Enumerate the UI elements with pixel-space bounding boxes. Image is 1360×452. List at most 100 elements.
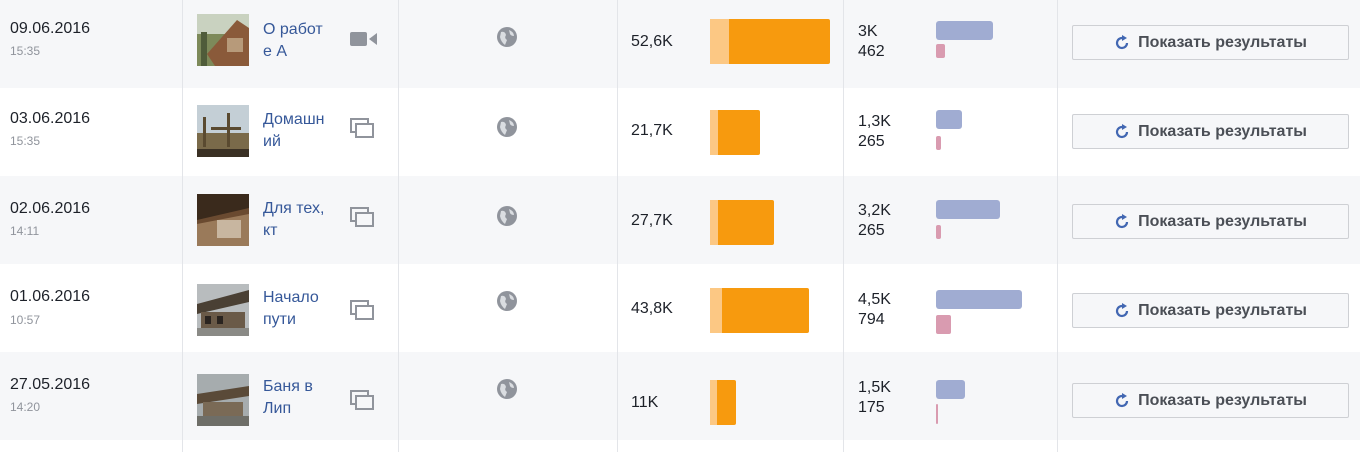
- reach-value: 43,8K: [631, 300, 673, 317]
- show-results-label: Показать результаты: [1138, 301, 1307, 319]
- post-date: 02.06.2016: [10, 200, 91, 217]
- engagement-bar-primary: [936, 21, 993, 40]
- engagement-bar-primary: [936, 200, 1000, 219]
- post-title-link[interactable]: О работе А: [263, 19, 325, 63]
- globe-icon: [496, 378, 518, 400]
- engagement-bar-secondary: [936, 225, 941, 239]
- video-icon: [350, 29, 378, 49]
- post-date: 01.06.2016: [10, 288, 91, 305]
- column-divider: [843, 0, 844, 452]
- globe-icon: [496, 116, 518, 138]
- globe-icon: [496, 26, 518, 48]
- reach-bar: [710, 110, 760, 155]
- globe-icon: [496, 290, 518, 312]
- engagement-bottom-value: 265: [858, 133, 885, 150]
- engagement-bar-secondary: [936, 136, 941, 150]
- engagement-top-value: 1,3K: [858, 113, 891, 130]
- post-thumbnail[interactable]: [197, 284, 249, 336]
- reach-bar-organic: [710, 200, 719, 245]
- table-row: 27.05.2016 14:20 Баня в Лип 11K 1,5K 175…: [0, 352, 1360, 440]
- reach-value: 27,7K: [631, 212, 673, 229]
- post-time: 15:35: [10, 134, 41, 148]
- reach-value: 11K: [631, 394, 659, 411]
- post-thumbnail[interactable]: [197, 14, 249, 66]
- column-divider: [398, 0, 399, 452]
- engagement-values: 1,3K 265: [858, 112, 891, 152]
- engagement-bar-primary: [936, 380, 965, 399]
- reach-bar-paid: [716, 380, 736, 425]
- post-date: 03.06.2016: [10, 110, 91, 127]
- engagement-bar-primary: [936, 290, 1022, 309]
- reach-bar: [710, 288, 809, 333]
- reach-bar-paid: [718, 110, 760, 155]
- reach-bar-paid: [729, 19, 830, 64]
- post-thumbnail[interactable]: [197, 105, 249, 157]
- posts-table: 09.06.2016 15:35 О работе А 52,6K 3K 462…: [0, 0, 1360, 452]
- engagement-bar-secondary: [936, 315, 951, 334]
- reach-value: 21,7K: [631, 122, 673, 139]
- show-results-button[interactable]: Показать результаты: [1072, 204, 1349, 239]
- reach-bar-paid: [718, 200, 774, 245]
- carousel-icon: [350, 118, 378, 138]
- table-row: 03.06.2016 15:35 Домашний 21,7K 1,3K 265…: [0, 88, 1360, 176]
- post-title-link[interactable]: Баня в Лип: [263, 376, 325, 420]
- reach-value: 52,6K: [631, 33, 673, 50]
- engagement-bar-secondary: [936, 44, 945, 58]
- carousel-icon: [350, 207, 378, 227]
- refresh-icon: [1116, 302, 1129, 317]
- reach-bar: [710, 19, 830, 64]
- engagement-values: 4,5K 794: [858, 290, 891, 330]
- refresh-icon: [1116, 392, 1129, 407]
- engagement-top-value: 4,5K: [858, 291, 891, 308]
- engagement-values: 1,5K 175: [858, 378, 891, 418]
- column-divider: [1057, 0, 1058, 452]
- post-time: 14:20: [10, 400, 41, 414]
- reach-bar-organic: [710, 380, 717, 425]
- post-date: 09.06.2016: [10, 20, 91, 37]
- carousel-icon: [350, 300, 378, 320]
- refresh-icon: [1116, 213, 1129, 228]
- refresh-icon: [1116, 123, 1129, 138]
- engagement-top-value: 3K: [858, 23, 878, 40]
- post-date: 27.05.2016: [10, 376, 91, 393]
- reach-bar-organic: [710, 19, 730, 64]
- table-row: 09.06.2016 15:35 О работе А 52,6K 3K 462…: [0, 0, 1360, 88]
- post-title-link[interactable]: Начало пути: [263, 287, 325, 331]
- engagement-bottom-value: 265: [858, 222, 885, 239]
- engagement-values: 3,2K 265: [858, 201, 891, 241]
- reach-bar-organic: [710, 288, 722, 333]
- show-results-button[interactable]: Показать результаты: [1072, 114, 1349, 149]
- post-thumbnail[interactable]: [197, 194, 249, 246]
- show-results-button[interactable]: Показать результаты: [1072, 25, 1349, 60]
- post-time: 15:35: [10, 44, 41, 58]
- show-results-label: Показать результаты: [1138, 391, 1307, 409]
- globe-icon: [496, 205, 518, 227]
- engagement-bar-secondary: [936, 404, 938, 424]
- engagement-top-value: 3,2K: [858, 202, 891, 219]
- table-row: 01.06.2016 10:57 Начало пути 43,8K 4,5K …: [0, 264, 1360, 352]
- column-divider: [182, 0, 183, 452]
- show-results-label: Показать результаты: [1138, 122, 1307, 140]
- post-time: 14:11: [10, 224, 40, 238]
- reach-bar: [710, 200, 774, 245]
- show-results-label: Показать результаты: [1138, 33, 1307, 51]
- engagement-bottom-value: 794: [858, 311, 885, 328]
- post-thumbnail[interactable]: [197, 374, 249, 426]
- engagement-bar-primary: [936, 110, 962, 129]
- post-title-link[interactable]: Для тех, кт: [263, 198, 325, 242]
- show-results-label: Показать результаты: [1138, 212, 1307, 230]
- column-divider: [617, 0, 618, 452]
- post-time: 10:57: [10, 313, 41, 327]
- post-title-link[interactable]: Домашний: [263, 109, 325, 153]
- refresh-icon: [1116, 34, 1129, 49]
- show-results-button[interactable]: Показать результаты: [1072, 293, 1349, 328]
- show-results-button[interactable]: Показать результаты: [1072, 383, 1349, 418]
- carousel-icon: [350, 390, 378, 410]
- engagement-bottom-value: 462: [858, 43, 885, 60]
- reach-bar-organic: [710, 110, 718, 155]
- engagement-top-value: 1,5K: [858, 379, 891, 396]
- engagement-bottom-value: 175: [858, 399, 885, 416]
- table-row: 02.06.2016 14:11 Для тех, кт 27,7K 3,2K …: [0, 176, 1360, 264]
- reach-bar: [710, 380, 736, 425]
- reach-bar-paid: [721, 288, 809, 333]
